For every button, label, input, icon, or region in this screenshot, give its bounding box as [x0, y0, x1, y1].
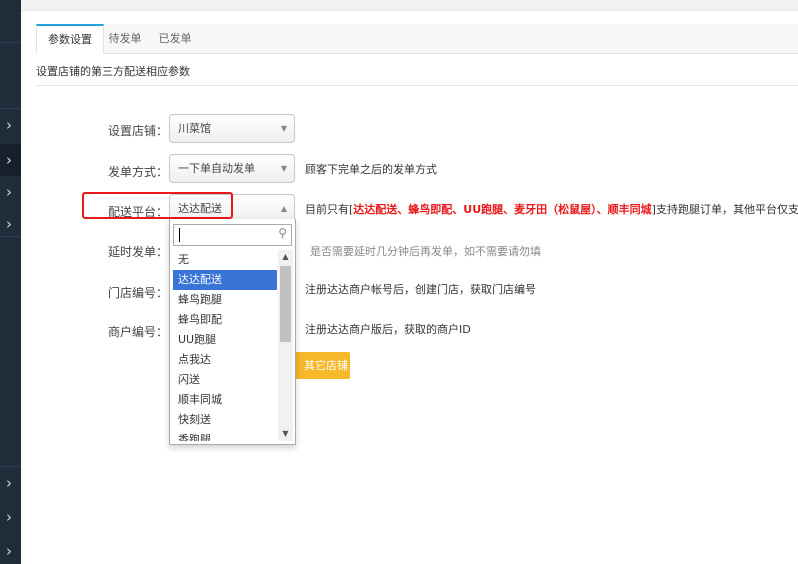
- store-select-value: 川菜馆: [178, 122, 211, 135]
- sidebar-divider: [0, 236, 21, 237]
- annotation-highlight-box: [82, 192, 233, 219]
- dropdown-option[interactable]: 顺丰同城: [173, 390, 277, 410]
- dropdown-option[interactable]: 香跑腿: [173, 430, 277, 441]
- text-cursor: [179, 228, 180, 242]
- dropdown-search-input[interactable]: ⚲: [173, 224, 292, 246]
- scroll-up-icon[interactable]: ▲: [278, 250, 293, 264]
- delay-hint: 是否需要延时几分钟后再发单，如不需要请勿填: [310, 245, 541, 258]
- dropdown-option[interactable]: 蜂鸟即配: [173, 310, 277, 330]
- dropdown-option-list: 无达达配送 蜂鸟跑腿 蜂鸟即配 UU跑腿 点我达 闪送 顺丰同城 快刻送 香跑腿: [173, 250, 277, 441]
- triangle-up-icon: ▲: [280, 204, 287, 213]
- tab-pending[interactable]: 待发单: [104, 24, 146, 53]
- tab-sent[interactable]: 已发单: [154, 24, 196, 53]
- chevron-right-icon[interactable]: ›: [2, 506, 16, 528]
- dropdown-option[interactable]: 快刻送: [173, 410, 277, 430]
- platform-dropdown: ⚲ 无达达配送 蜂鸟跑腿 蜂鸟即配 UU跑腿 点我达 闪送 顺丰同城 快刻送 香跑腿 ▲ ▼: [169, 219, 296, 445]
- dispatch-mode-select[interactable]: 一下单自动发单 ▼: [169, 154, 295, 183]
- platform-hint-prefix: 目前只有[: [305, 203, 354, 216]
- left-sidebar: › › › › › › ›: [0, 0, 21, 564]
- store-label: 设置店铺：: [108, 124, 169, 138]
- delay-label: 延时发单：: [108, 245, 169, 259]
- platform-hint-suffix: ]支持跑腿订单，其他平台仅支持店铺: [651, 203, 798, 216]
- sidebar-divider: [0, 466, 21, 467]
- dropdown-option[interactable]: 点我达: [173, 350, 277, 370]
- store-code-hint: 注册达达商户帐号后，创建门店，获取门店编号: [305, 283, 536, 296]
- dropdown-scrollbar[interactable]: ▲ ▼: [278, 250, 293, 441]
- sidebar-divider: [0, 42, 21, 43]
- sidebar-divider: [0, 108, 21, 109]
- chevron-right-icon[interactable]: ›: [2, 149, 16, 171]
- triangle-down-icon: ▼: [280, 124, 287, 133]
- top-bar: [21, 0, 798, 11]
- scrollbar-thumb[interactable]: [280, 266, 291, 342]
- dropdown-option[interactable]: 无: [173, 250, 277, 270]
- dropdown-option[interactable]: UU跑腿: [173, 330, 277, 350]
- divider: [36, 85, 798, 86]
- other-store-button-label: 其它店铺: [304, 359, 348, 372]
- dispatch-mode-value: 一下单自动发单: [178, 162, 255, 175]
- store-code-label: 门店编号：: [108, 286, 169, 300]
- merchant-code-label: 商户编号：: [108, 325, 169, 339]
- chevron-right-icon[interactable]: ›: [2, 114, 16, 136]
- merchant-code-hint: 注册达达商户版后，获取的商户ID: [305, 323, 471, 336]
- scroll-down-icon[interactable]: ▼: [278, 427, 293, 441]
- triangle-down-icon: ▼: [280, 164, 287, 173]
- page-description: 设置店铺的第三方配送相应参数: [36, 65, 190, 78]
- tab-bar: 参数设置 待发单 已发单: [36, 24, 798, 54]
- chevron-right-icon[interactable]: ›: [2, 540, 16, 562]
- search-icon: ⚲: [278, 226, 287, 240]
- tab-settings[interactable]: 参数设置: [36, 24, 104, 54]
- dropdown-option[interactable]: 闪送: [173, 370, 277, 390]
- platform-hint: 目前只有[达达配送、蜂鸟即配、UU跑腿、麦牙田（松鼠屋）、顺丰同城]支持跑腿订单…: [305, 201, 798, 217]
- dispatch-mode-hint: 顾客下完单之后的发单方式: [305, 163, 437, 176]
- platform-hint-highlight: 达达配送、蜂鸟即配、UU跑腿、麦牙田（松鼠屋）、顺丰同城: [353, 203, 652, 216]
- dispatch-mode-label: 发单方式：: [108, 165, 169, 179]
- store-select[interactable]: 川菜馆 ▼: [169, 114, 295, 143]
- chevron-right-icon[interactable]: ›: [2, 472, 16, 494]
- dropdown-option[interactable]: 蜂鸟跑腿: [173, 290, 277, 310]
- dropdown-option[interactable]: 达达配送: [173, 270, 277, 290]
- other-store-button[interactable]: 其它店铺: [290, 352, 350, 379]
- chevron-right-icon[interactable]: ›: [2, 181, 16, 203]
- chevron-right-icon[interactable]: ›: [2, 213, 16, 235]
